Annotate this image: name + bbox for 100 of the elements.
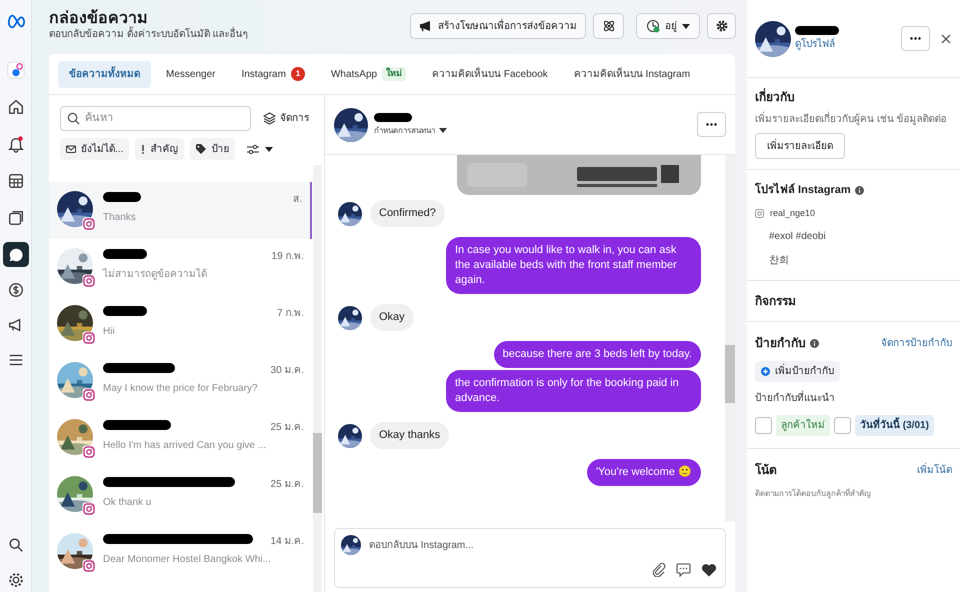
instagram-icon	[82, 445, 96, 459]
instagram-handle: real_nge10	[770, 206, 816, 220]
scrollbar-thumb[interactable]	[313, 433, 322, 513]
instagram-icon	[82, 502, 96, 516]
search-icon	[67, 112, 80, 125]
conversation-status-dropdown[interactable]: กำหนดการสนทนา	[374, 124, 447, 136]
section-title: โน้ต	[755, 462, 777, 479]
section-title: กิจกรรม	[755, 293, 796, 310]
redaction-mark	[103, 420, 171, 430]
section-title: เกี่ยวกับ	[755, 88, 795, 106]
redaction-mark	[103, 249, 147, 259]
atom-icon	[602, 19, 616, 33]
label-tag[interactable]: วันที่วันนี้ (3/01)	[855, 415, 934, 436]
status-dropdown[interactable]: อยู่	[636, 13, 700, 39]
caret-icon	[682, 24, 690, 28]
filter-chip[interactable]: ป้าย	[190, 138, 236, 160]
tab[interactable]: Messenger	[155, 60, 226, 88]
home-icon	[6, 98, 24, 116]
conversation-row[interactable]: ส. Thanks	[49, 182, 312, 239]
reply-field[interactable]: ตอบกลับบน Instagram...	[369, 538, 719, 552]
section-description: ติดตามการโต้ตอบกับลูกค้าที่สำคัญ	[755, 488, 872, 500]
message-bubble: Okay thanks	[370, 422, 450, 449]
tab[interactable]: Instagram 1	[230, 60, 316, 88]
more-icon	[910, 37, 921, 40]
conversation-row[interactable]: 30 ม.ค. May I know the price for February?	[49, 353, 312, 410]
conversation-row[interactable]: 25 ม.ค. Ok thank u	[49, 467, 312, 524]
message-preview: Thanks	[103, 211, 137, 225]
promote-button[interactable]: สร้างโฆษณาเพื่อการส่งข้อความ	[410, 13, 586, 39]
redaction-mark	[374, 112, 412, 122]
settings-icon	[6, 570, 24, 588]
manage-labels-link[interactable]: จัดการป้ายกำกับ	[881, 336, 952, 350]
page-subtitle: ตอบกลับข้อความ ตั้งค่าระบบอัตโนมัติ และอื่นๆ	[49, 28, 248, 42]
redaction-mark	[103, 192, 141, 202]
search-input[interactable]: ค้นหา	[85, 110, 235, 127]
tab[interactable]: ความคิดเห็นบน Instagram	[562, 60, 702, 88]
dollar-icon	[6, 280, 24, 298]
conversation-row[interactable]: 14 ม.ค. Dear Monomer Hostel Bangkok Whi...	[49, 524, 312, 581]
instagram-icon	[82, 388, 96, 402]
count-badge: 1	[290, 67, 305, 81]
filter-chip[interactable]: ยังไม่ได้...	[60, 138, 130, 160]
message-time: ส.	[293, 193, 302, 207]
bio-line: 찬희	[768, 254, 790, 268]
tab[interactable]: ข้อความทั้งหมด	[58, 60, 151, 88]
settings-button[interactable]	[707, 13, 736, 39]
conversation-row[interactable]: 19 ก.พ. ไม่สามารถดูข้อความได้	[49, 239, 312, 296]
sliders-icon	[247, 144, 260, 154]
close-button[interactable]	[940, 32, 952, 44]
instagram-icon	[82, 559, 96, 573]
atom-button[interactable]	[593, 13, 624, 39]
search-field[interactable]: ค้นหา	[60, 106, 251, 131]
message-preview: Hii	[103, 325, 116, 339]
message-preview: Hello I'm has arrived Can you give ...	[103, 439, 268, 453]
settings-icon	[714, 19, 728, 33]
instagram-icon	[82, 217, 96, 231]
label-tag[interactable]: ลูกค้าใหม่	[776, 415, 830, 436]
add-label-button[interactable]: เพิ่มป้ายกำกับ	[755, 361, 840, 382]
message-time: 30 ม.ค.	[270, 364, 304, 378]
filter-chip[interactable]: สำคัญ	[135, 138, 184, 160]
tab[interactable]: WhatsApp ใหม่	[320, 60, 418, 88]
instagram-icon	[82, 331, 96, 345]
scrollbar-thumb[interactable]	[725, 345, 735, 403]
message-bubble: the confirmation is only for the booking paid in advance.	[446, 370, 701, 412]
message-time: 19 ก.พ.	[272, 250, 304, 264]
plus-icon	[761, 367, 770, 376]
conversation-row[interactable]: 7 ก.พ. Hii	[49, 296, 312, 353]
section-title: ป้ายกำกับ	[755, 335, 806, 352]
paperclip-icon[interactable]	[652, 563, 666, 577]
add-note-link[interactable]: เพิ่มโน้ต	[917, 462, 952, 478]
bell-icon	[6, 134, 24, 152]
pages-icon	[6, 208, 24, 226]
speech-bubble-icon[interactable]	[676, 563, 691, 577]
instagram-icon	[82, 274, 96, 288]
tab[interactable]: ความคิดเห็นบน Facebook	[421, 60, 559, 88]
checkbox[interactable]	[755, 417, 772, 434]
message-bubble: Confirmed?	[370, 200, 445, 227]
view-profile-link[interactable]: ดูโปรไฟล์	[795, 36, 839, 52]
manage-button[interactable]: จัดการ	[263, 111, 309, 126]
add-details-button[interactable]: เพิ่มรายละเอียด	[755, 133, 845, 159]
redaction-mark	[103, 363, 175, 373]
instagram-icon	[755, 208, 764, 218]
rail-button[interactable]	[2, 242, 28, 267]
meta-logo-icon	[6, 12, 24, 30]
checkbox[interactable]	[834, 417, 851, 434]
bio-line: #exol #deobi	[768, 230, 827, 244]
redaction-mark	[795, 26, 839, 34]
megaphone-icon	[419, 20, 432, 32]
message-preview: Dear Monomer Hostel Bangkok Whi...	[103, 553, 272, 567]
table-icon	[6, 172, 24, 190]
chat-icon	[6, 246, 24, 264]
tag-icon	[196, 144, 206, 154]
suggested-labels-title: ป้ายกำกับที่แนะนำ	[755, 391, 952, 406]
message-preview: Ok thank u	[103, 496, 152, 510]
heart-icon[interactable]	[701, 563, 717, 577]
message-bubble: 'You're welcome 🙂	[586, 459, 701, 486]
new-badge: ใหม่	[382, 67, 406, 81]
message-bubble: because there are 3 beds left by today.	[494, 341, 701, 368]
exclamation-icon	[141, 144, 146, 154]
redaction-mark	[103, 306, 147, 316]
conversation-row[interactable]: 25 ม.ค. Hello I'm has arrived Can you give ...	[49, 410, 312, 467]
page-avatar-icon	[6, 60, 24, 78]
